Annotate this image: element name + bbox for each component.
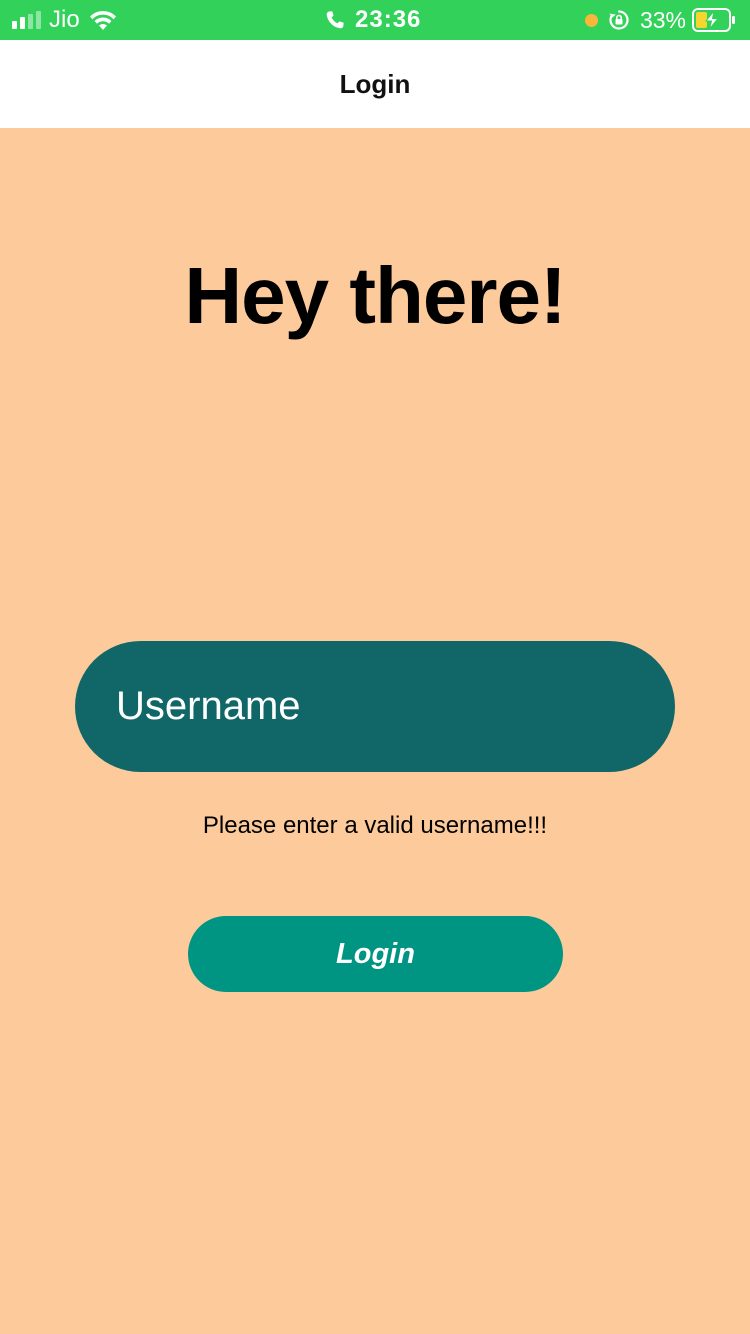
phone-call-icon [326,11,344,29]
carrier-name: Jio [49,6,80,33]
rotation-lock-icon [609,10,629,30]
battery-charging-icon [692,8,735,32]
wifi-icon [89,10,116,30]
status-bar: Jio 23:36 33% [0,0,750,40]
battery-percentage: 33% [639,6,686,33]
status-bar-right: 33% [584,0,736,40]
status-bar-left: Jio [12,0,118,40]
page-title: Login [339,68,411,99]
privacy-dot-icon [584,13,598,27]
username-input[interactable] [75,641,675,772]
clock: 23:36 [355,6,422,33]
status-bar-center: 23:36 [325,0,421,40]
navigation-bar: Login [0,40,750,128]
login-button[interactable]: Login [188,916,563,992]
signal-icon [12,11,41,29]
greeting-heading: Hey there! [184,251,566,340]
validation-error-message: Please enter a valid username!!! [202,812,548,839]
